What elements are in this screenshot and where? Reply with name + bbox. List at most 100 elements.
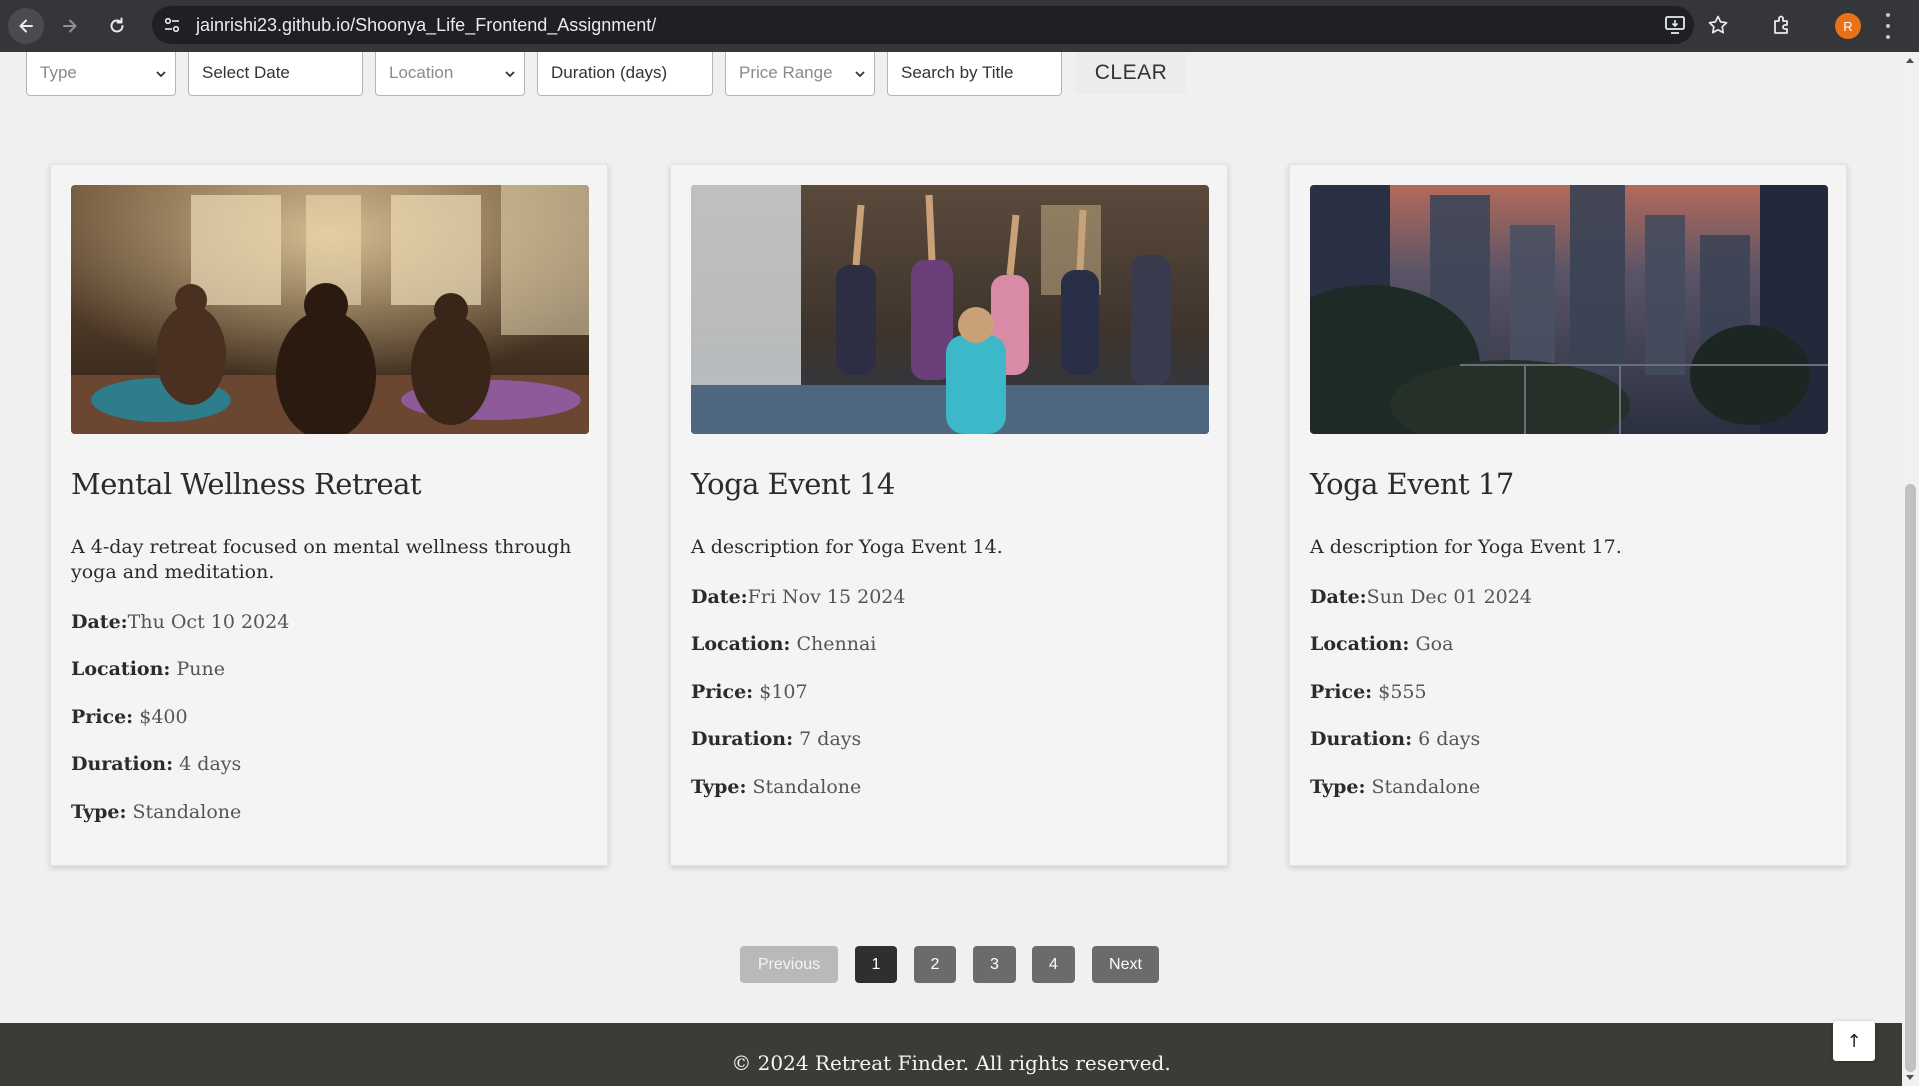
reload-button[interactable]: [99, 8, 135, 44]
card-location: Location: Goa: [1310, 633, 1453, 655]
date-input[interactable]: Select Date: [188, 52, 363, 96]
page-3-button[interactable]: 3: [973, 946, 1016, 983]
city-skyline-dusk-photo: [1310, 185, 1828, 434]
duration-label: Duration:: [1310, 728, 1413, 750]
page-4-button[interactable]: 4: [1032, 946, 1075, 983]
location-value: Pune: [176, 658, 225, 680]
card-date: Date:Fri Nov 15 2024: [691, 586, 905, 608]
price-value: $400: [139, 706, 188, 728]
page-footer: © 2024 Retreat Finder. All rights reserv…: [0, 1023, 1902, 1086]
date-label: Date:: [71, 611, 128, 633]
type-label: Type:: [71, 801, 127, 823]
card-duration: Duration: 6 days: [1310, 728, 1480, 750]
location-value: Goa: [1415, 633, 1454, 655]
back-button[interactable]: [8, 8, 44, 44]
forward-button[interactable]: [52, 8, 88, 44]
footer-copyright: © 2024 Retreat Finder. All rights reserv…: [731, 1051, 1171, 1075]
url-text: jainrishi23.github.io/Shoonya_Life_Front…: [196, 15, 657, 35]
location-value: Chennai: [796, 633, 877, 655]
browser-menu-icon[interactable]: [1883, 13, 1893, 39]
install-app-icon[interactable]: [1664, 14, 1686, 36]
location-label: Location:: [71, 658, 171, 680]
price-value: $555: [1378, 681, 1427, 703]
type-label: Type:: [691, 776, 747, 798]
date-value: Fri Nov 15 2024: [747, 586, 906, 608]
page-scrollbar[interactable]: [1902, 52, 1919, 1086]
scroll-down-arrow-icon[interactable]: [1906, 1075, 1914, 1080]
card-type: Type: Standalone: [1310, 776, 1480, 798]
card-duration: Duration: 4 days: [71, 753, 241, 775]
card-description: A description for Yoga Event 14.: [691, 536, 1003, 558]
scroll-up-arrow-icon[interactable]: [1906, 58, 1914, 63]
page-2-button[interactable]: 2: [914, 946, 956, 983]
chevron-down-icon: [505, 71, 515, 78]
chevron-down-icon: [855, 71, 865, 78]
scrollbar-thumb[interactable]: [1905, 484, 1916, 1072]
card-price: Price: $555: [1310, 681, 1427, 703]
clear-filters-button[interactable]: CLEAR: [1076, 52, 1186, 94]
card-title: Mental Wellness Retreat: [71, 467, 422, 501]
address-bar[interactable]: jainrishi23.github.io/Shoonya_Life_Front…: [152, 6, 1728, 44]
location-select[interactable]: Location: [375, 52, 525, 96]
yoga-studio-meditation-photo: [71, 185, 589, 434]
up-arrow-icon: ↑: [1846, 1030, 1862, 1052]
profile-avatar[interactable]: R: [1835, 13, 1861, 39]
search-title-input[interactable]: Search by Title: [887, 52, 1062, 96]
previous-page-button[interactable]: Previous: [740, 946, 838, 983]
bookmark-star-icon[interactable]: [1707, 14, 1729, 36]
search-title-placeholder: Search by Title: [901, 63, 1014, 82]
duration-label: Duration:: [71, 753, 174, 775]
card-title: Yoga Event 14: [691, 467, 895, 501]
page-1-button[interactable]: 1: [855, 946, 897, 983]
card-duration: Duration: 7 days: [691, 728, 861, 750]
retreat-card[interactable]: Yoga Event 17 A description for Yoga Eve…: [1289, 164, 1847, 866]
price-range-select-value: Price Range: [739, 63, 833, 82]
date-label: Date:: [691, 586, 748, 608]
card-title: Yoga Event 17: [1310, 467, 1514, 501]
duration-input-placeholder: Duration (days): [551, 63, 668, 82]
retreat-card[interactable]: Mental Wellness Retreat A 4-day retreat …: [50, 164, 608, 866]
card-location: Location: Chennai: [691, 633, 876, 655]
price-label: Price:: [1310, 681, 1373, 703]
browser-toolbar: jainrishi23.github.io/Shoonya_Life_Front…: [0, 0, 1919, 52]
date-input-placeholder: Select Date: [202, 63, 290, 82]
filter-bar: Type Select Date Location Duration (days…: [0, 52, 1900, 100]
type-value: Standalone: [1371, 776, 1481, 798]
date-value: Thu Oct 10 2024: [127, 611, 290, 633]
forward-arrow-icon: [63, 19, 77, 33]
next-page-button[interactable]: Next: [1092, 946, 1159, 983]
card-date: Date:Thu Oct 10 2024: [71, 611, 289, 633]
duration-label: Duration:: [691, 728, 794, 750]
site-settings-icon[interactable]: [162, 15, 182, 35]
chevron-down-icon: [156, 71, 166, 78]
card-date: Date:Sun Dec 01 2024: [1310, 586, 1532, 608]
card-description: A description for Yoga Event 17.: [1310, 536, 1622, 558]
price-range-select[interactable]: Price Range: [725, 52, 875, 96]
duration-input[interactable]: Duration (days): [537, 52, 713, 96]
card-type: Type: Standalone: [691, 776, 861, 798]
location-select-value: Location: [389, 63, 454, 82]
card-price: Price: $400: [71, 706, 188, 728]
extensions-puzzle-icon[interactable]: [1770, 13, 1794, 37]
type-value: Standalone: [132, 801, 242, 823]
duration-value: 4 days: [179, 753, 242, 775]
type-label: Type:: [1310, 776, 1366, 798]
type-select-value: Type: [40, 63, 77, 82]
card-location: Location: Pune: [71, 658, 225, 680]
price-label: Price:: [691, 681, 754, 703]
duration-value: 6 days: [1418, 728, 1481, 750]
yoga-class-photo: [691, 185, 1209, 434]
card-description: A 4-day retreat focused on mental wellne…: [71, 536, 572, 583]
back-arrow-icon: [19, 19, 33, 33]
price-value: $107: [759, 681, 808, 703]
type-value: Standalone: [752, 776, 862, 798]
price-label: Price:: [71, 706, 134, 728]
scroll-to-top-button[interactable]: ↑: [1833, 1021, 1875, 1061]
location-label: Location:: [691, 633, 791, 655]
retreat-card[interactable]: Yoga Event 14 A description for Yoga Eve…: [670, 164, 1228, 866]
date-value: Sun Dec 01 2024: [1366, 586, 1532, 608]
card-type: Type: Standalone: [71, 801, 241, 823]
type-select[interactable]: Type: [26, 52, 176, 96]
location-label: Location:: [1310, 633, 1410, 655]
card-price: Price: $107: [691, 681, 808, 703]
